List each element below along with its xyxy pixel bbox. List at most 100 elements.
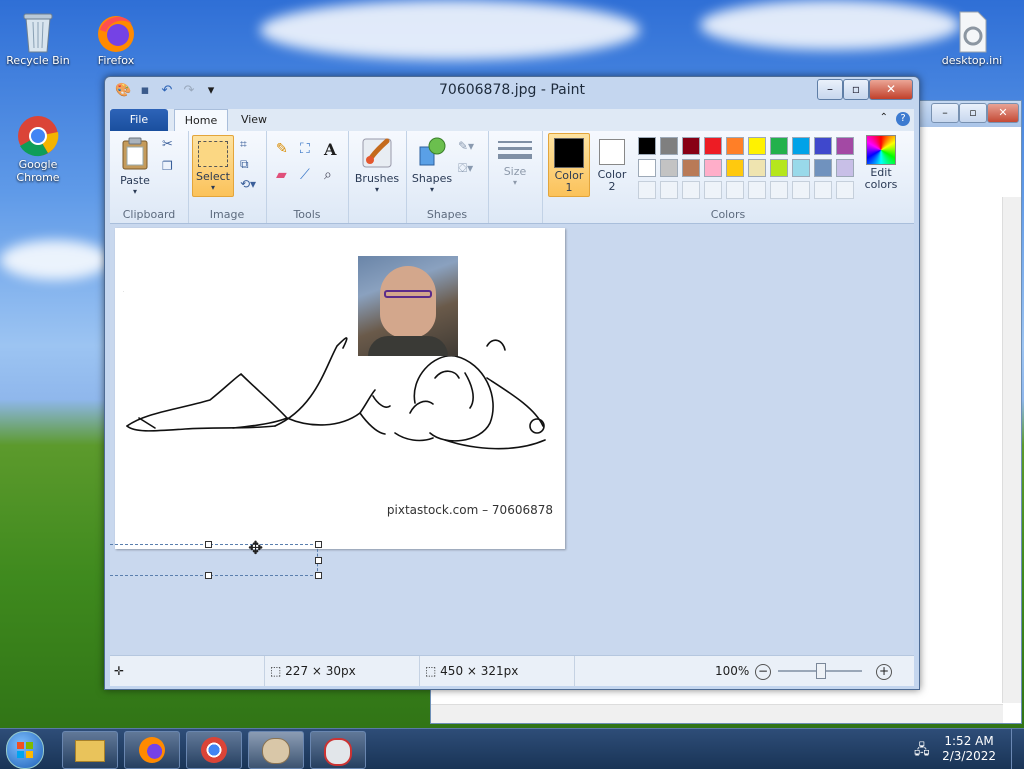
color1-button[interactable]: Color 1 [548, 133, 590, 197]
shapes-button[interactable]: Shapes ▾ [410, 135, 454, 194]
palette-swatch[interactable] [836, 159, 854, 177]
firefox-desktop-icon[interactable]: Firefox [78, 8, 154, 67]
palette-swatch[interactable] [638, 159, 656, 177]
show-desktop-button[interactable] [1011, 729, 1024, 769]
paste-button[interactable]: Paste ▾ [114, 137, 156, 196]
palette-swatch[interactable] [682, 159, 700, 177]
palette-swatch[interactable] [770, 137, 788, 155]
palette-swatch[interactable] [726, 159, 744, 177]
resize-icon[interactable]: ⧉ [240, 157, 249, 172]
eraser-icon[interactable]: ▰ [276, 167, 296, 187]
recycle-bin-desktop-icon[interactable]: Recycle Bin [0, 8, 76, 67]
zoom-slider-thumb[interactable] [816, 663, 826, 679]
palette-swatch[interactable] [792, 137, 810, 155]
taskbar-explorer[interactable] [62, 731, 118, 769]
color1-label: Color 1 [554, 169, 584, 194]
clock[interactable]: 1:52 AM 2/3/2022 [942, 734, 996, 764]
taskbar-chrome[interactable] [186, 731, 242, 769]
tab-file[interactable]: File [110, 109, 168, 131]
palette-swatch[interactable] [726, 181, 744, 199]
vertical-scrollbar[interactable] [1002, 197, 1021, 703]
palette-swatch[interactable] [836, 137, 854, 155]
image-canvas[interactable]: . pixtastock.com – 70606878 [115, 228, 565, 549]
resize-handle[interactable] [205, 572, 212, 579]
firefox-label: Firefox [97, 54, 135, 67]
palette-swatch[interactable] [814, 181, 832, 199]
minimize-button[interactable]: – [817, 79, 843, 100]
horizontal-scrollbar[interactable] [431, 704, 1003, 723]
palette-swatch[interactable] [726, 137, 744, 155]
tools-group: ✎ ⛶ A ▰ ⟋ ⌕ Tools [266, 131, 349, 223]
palette-swatch[interactable] [704, 159, 722, 177]
palette-swatch[interactable] [660, 137, 678, 155]
close-button[interactable]: ✕ [869, 79, 913, 100]
bg-maximize-button[interactable]: ▫ [959, 103, 987, 123]
magnifier-icon[interactable]: ⌕ [324, 167, 344, 187]
color2-button[interactable]: Color 2 [592, 133, 632, 195]
palette-swatch[interactable] [660, 159, 678, 177]
palette-swatch[interactable] [704, 137, 722, 155]
rotate-icon[interactable]: ⟲▾ [240, 177, 256, 191]
tab-home[interactable]: Home [174, 109, 228, 132]
network-icon[interactable]: 🖧 [914, 739, 930, 763]
selection-size-icon: ⬚ [270, 664, 282, 678]
palette-swatch[interactable] [638, 137, 656, 155]
taskbar-snipping-tool[interactable] [310, 731, 366, 769]
pencil-icon[interactable]: ✎ [276, 141, 296, 161]
paint-titlebar[interactable]: 🎨 ▪ ↶ ↷ ▾ 70606878.jpg - Paint – ▫ ✕ [105, 77, 919, 105]
tab-view[interactable]: View [232, 109, 276, 131]
maximize-button[interactable]: ▫ [843, 79, 869, 100]
palette-swatch[interactable] [770, 181, 788, 199]
crop-icon[interactable]: ⌗ [240, 137, 247, 152]
chrome-icon [16, 112, 60, 157]
palette-swatch[interactable] [638, 181, 656, 199]
brushes-button[interactable]: Brushes ▾ [354, 135, 400, 194]
bg-close-button[interactable]: ✕ [987, 103, 1019, 123]
zoom-in-button[interactable]: + [876, 664, 892, 680]
palette-swatch[interactable] [770, 159, 788, 177]
copy-icon[interactable]: ❐ [162, 159, 173, 173]
chrome-desktop-icon[interactable]: Google Chrome [0, 112, 76, 184]
select-button[interactable]: Select ▾ [192, 135, 234, 197]
taskbar-paint[interactable] [248, 731, 304, 769]
color-picker-icon[interactable]: ⟋ [300, 167, 320, 187]
color2-swatch [599, 139, 625, 165]
palette-swatch[interactable] [814, 137, 832, 155]
palette-swatch[interactable] [704, 181, 722, 199]
bg-minimize-button[interactable]: – [931, 103, 959, 123]
palette-swatch[interactable] [748, 159, 766, 177]
glasses [384, 290, 432, 298]
fill-icon[interactable]: ⛶ [300, 141, 320, 161]
size-button[interactable]: Size ▾ [494, 137, 536, 187]
canvas-area[interactable]: . pixtastock.com – 70606878 ✥ [110, 224, 914, 655]
start-button[interactable] [6, 731, 44, 769]
windows-logo-icon [17, 742, 33, 758]
palette-swatch[interactable] [682, 181, 700, 199]
resize-handle[interactable] [315, 541, 322, 548]
minimize-ribbon-icon[interactable]: ⌃ [880, 112, 888, 123]
resize-handle[interactable] [315, 572, 322, 579]
palette-swatch[interactable] [748, 137, 766, 155]
zoom-out-button[interactable]: − [755, 664, 771, 680]
selection-marquee[interactable] [110, 544, 318, 576]
palette-swatch[interactable] [792, 181, 810, 199]
palette-swatch[interactable] [814, 159, 832, 177]
resize-handle[interactable] [205, 541, 212, 548]
help-icon[interactable]: ? [896, 112, 910, 126]
text-icon[interactable]: A [324, 140, 344, 160]
resize-handle[interactable] [315, 557, 322, 564]
desktop-ini-icon[interactable]: desktop.ini [934, 8, 1010, 67]
palette-swatch[interactable] [792, 159, 810, 177]
drawing: . [123, 289, 546, 450]
palette-swatch[interactable] [682, 137, 700, 155]
taskbar-firefox[interactable] [124, 731, 180, 769]
edit-colors-button[interactable]: Edit colors [858, 135, 904, 191]
select-label: Select [196, 170, 230, 183]
palette-swatch[interactable] [660, 181, 678, 199]
outline-icon[interactable]: ✎▾ [458, 139, 474, 153]
palette-swatch[interactable] [748, 181, 766, 199]
fill-shape-icon[interactable]: ⛋▾ [458, 161, 473, 176]
palette-swatch[interactable] [836, 181, 854, 199]
edit-colors-icon [866, 135, 896, 165]
cut-icon[interactable]: ✂ [162, 137, 173, 152]
